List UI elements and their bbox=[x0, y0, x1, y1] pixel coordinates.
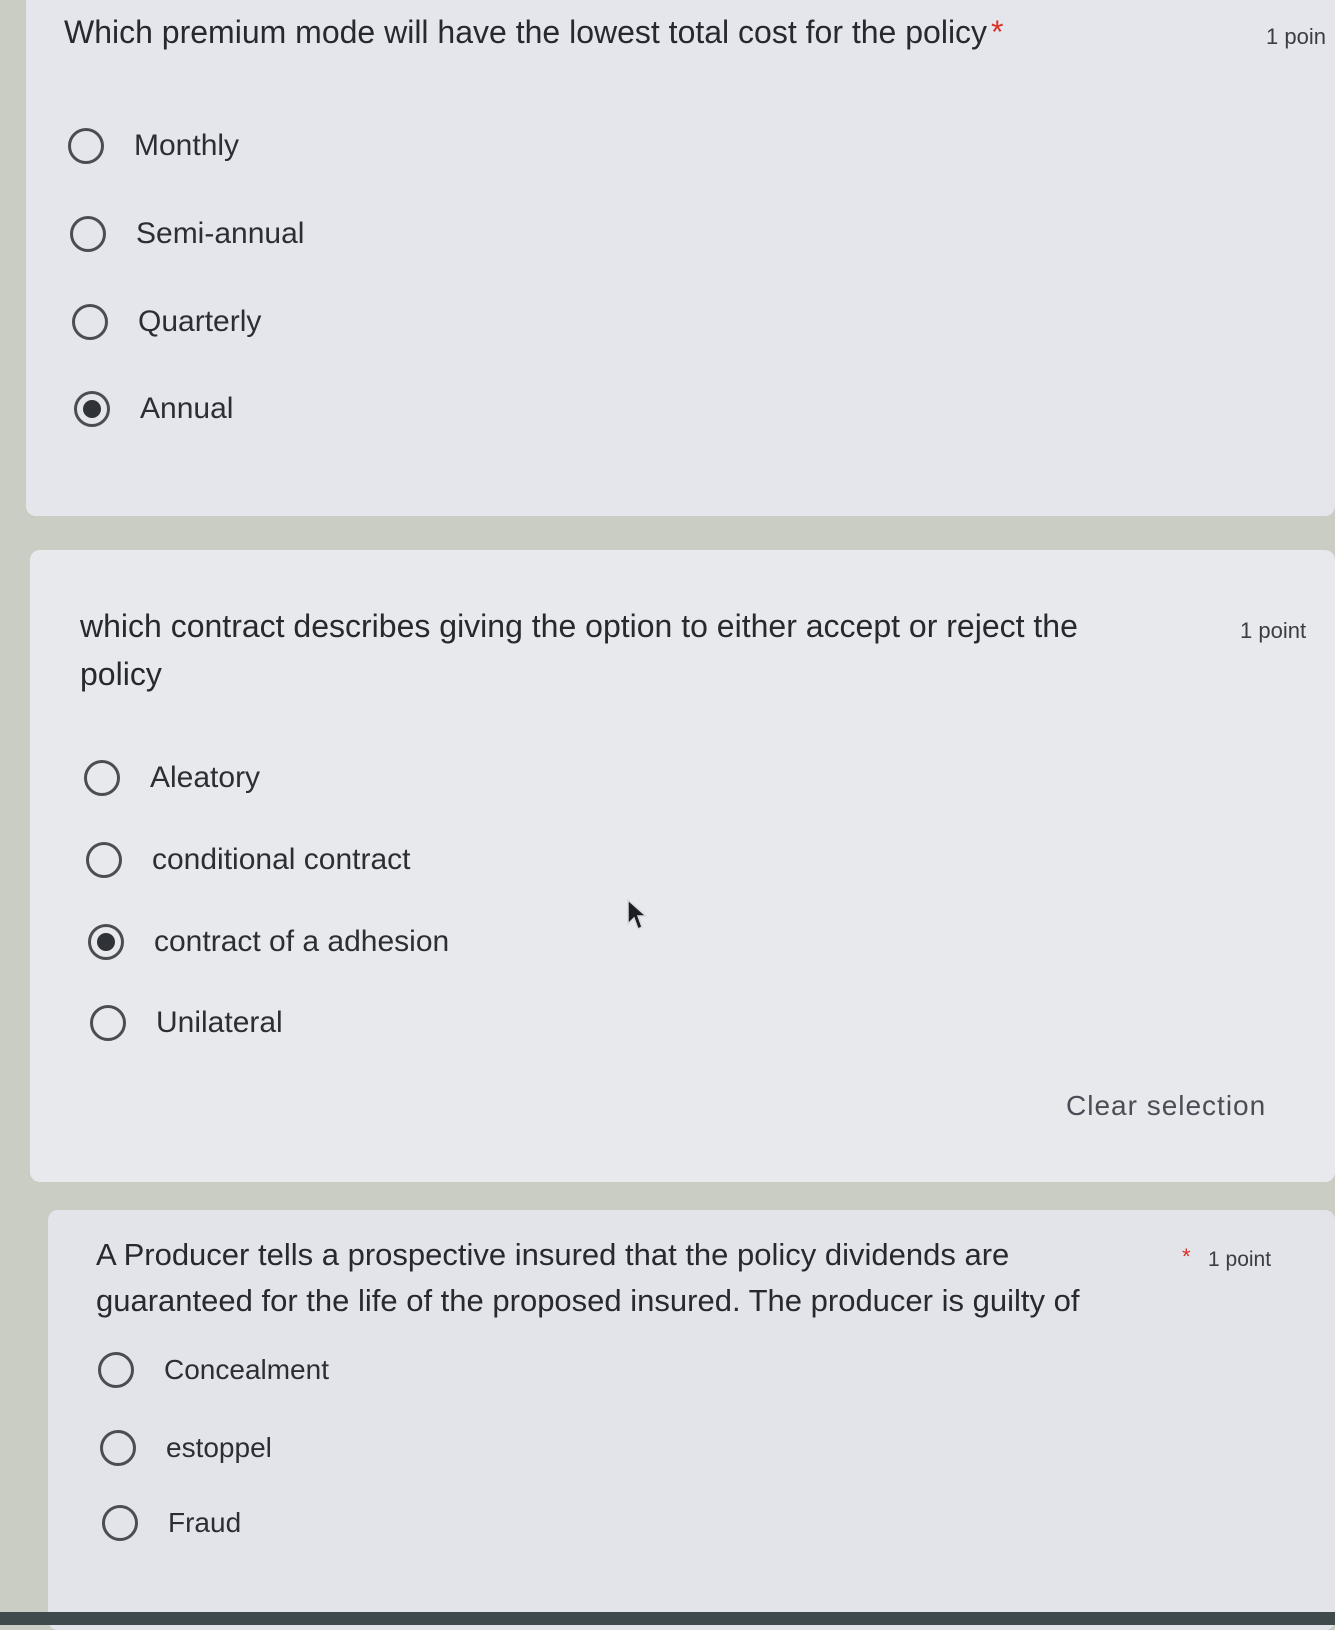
radio-button[interactable] bbox=[98, 1352, 134, 1388]
radio-option-annual[interactable]: Annual bbox=[74, 391, 233, 427]
radio-button[interactable] bbox=[102, 1505, 138, 1541]
radio-option-aleatory[interactable]: Aleatory bbox=[84, 760, 260, 796]
clear-selection-button[interactable]: Clear selection bbox=[1066, 1090, 1266, 1122]
radio-selected-dot bbox=[97, 933, 115, 951]
radio-option-fraud[interactable]: Fraud bbox=[102, 1505, 241, 1541]
option-label: Aleatory bbox=[150, 761, 261, 794]
option-label: Semi-annual bbox=[136, 217, 305, 250]
points-label: 1 point bbox=[1240, 618, 1307, 643]
option-label: Unilateral bbox=[156, 1006, 283, 1039]
question-card-contract-type: which contract describes giving the opti… bbox=[30, 550, 1335, 1182]
question-card-producer-guilty: A Producer tells a prospective insured t… bbox=[48, 1210, 1335, 1630]
question-title: A Producer tells a prospective insured t… bbox=[96, 1237, 1080, 1318]
radio-button-selected[interactable] bbox=[74, 391, 110, 427]
option-label: Quarterly bbox=[138, 305, 262, 338]
radio-option-semi-annual[interactable]: Semi-annual bbox=[70, 216, 304, 252]
required-mark: * bbox=[991, 14, 1004, 50]
radio-button[interactable] bbox=[90, 1005, 126, 1041]
radio-option-conditional-contract[interactable]: conditional contract bbox=[86, 842, 411, 878]
points-label: 1 poin bbox=[1266, 24, 1326, 49]
option-label: Fraud bbox=[168, 1507, 242, 1538]
option-label: Annual bbox=[140, 392, 234, 425]
radio-option-quarterly[interactable]: Quarterly bbox=[72, 304, 261, 340]
required-mark: * bbox=[1182, 1244, 1191, 1269]
bottom-edge-bar bbox=[0, 1612, 1335, 1625]
radio-button[interactable] bbox=[100, 1430, 136, 1466]
radio-option-contract-of-adhesion[interactable]: contract of a adhesion bbox=[88, 924, 449, 960]
radio-button[interactable] bbox=[84, 760, 120, 796]
radio-button-selected[interactable] bbox=[88, 924, 124, 960]
question-card-premium-mode: Which premium mode will have the lowest … bbox=[26, 0, 1335, 516]
mouse-pointer-icon bbox=[627, 898, 648, 931]
radio-button[interactable] bbox=[72, 304, 108, 340]
question-title: which contract describes giving the opti… bbox=[80, 608, 1078, 692]
radio-button[interactable] bbox=[70, 216, 106, 252]
radio-button[interactable] bbox=[86, 842, 122, 878]
option-label: estoppel bbox=[166, 1432, 272, 1463]
radio-option-estoppel[interactable]: estoppel bbox=[100, 1430, 272, 1466]
radio-option-unilateral[interactable]: Unilateral bbox=[90, 1005, 283, 1041]
radio-option-monthly[interactable]: Monthly bbox=[68, 128, 239, 164]
option-label: Concealment bbox=[164, 1354, 329, 1385]
radio-button[interactable] bbox=[68, 128, 104, 164]
radio-selected-dot bbox=[83, 400, 101, 418]
radio-option-concealment[interactable]: Concealment bbox=[98, 1352, 329, 1388]
option-label: contract of a adhesion bbox=[154, 925, 450, 958]
option-label: conditional contract bbox=[152, 843, 411, 876]
points-label: 1 point bbox=[1208, 1248, 1272, 1271]
question-title: Which premium mode will have the lowest … bbox=[64, 14, 1004, 50]
option-label: Monthly bbox=[134, 129, 240, 162]
